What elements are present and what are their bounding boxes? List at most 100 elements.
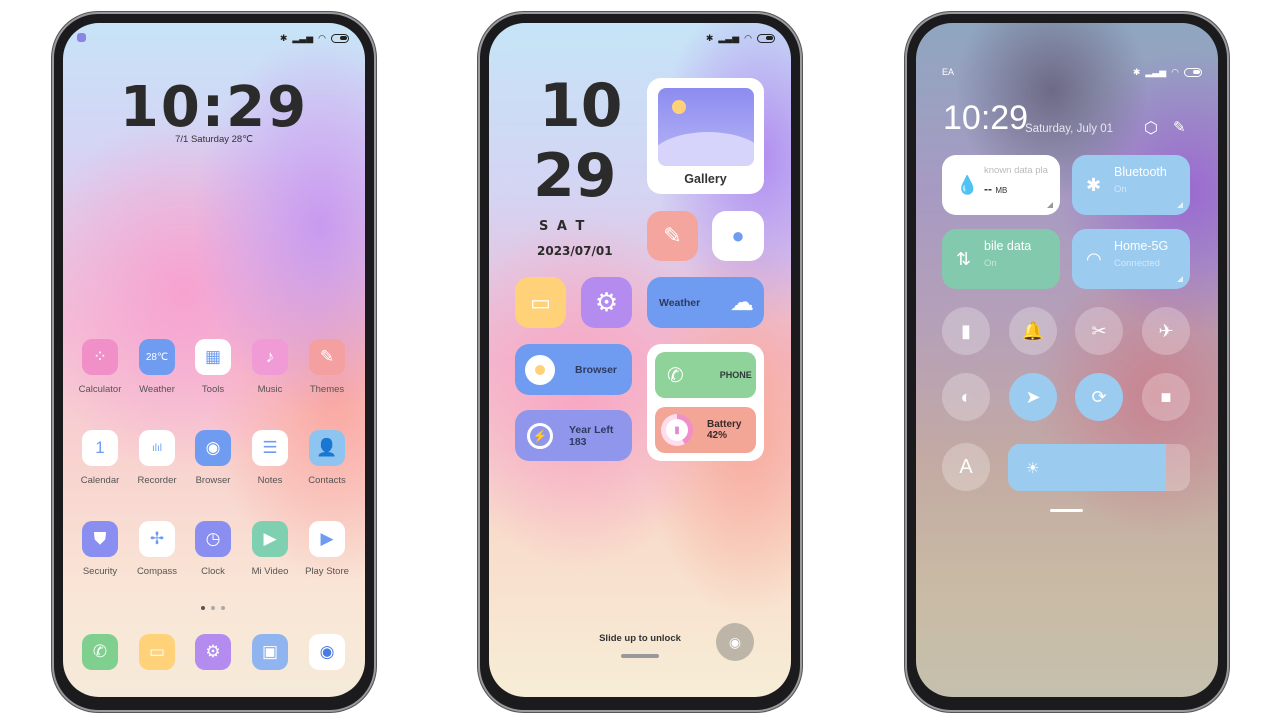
- settings-icon[interactable]: ⬡: [1144, 118, 1158, 138]
- battery-icon: [757, 34, 775, 43]
- gallery-icon: [657, 88, 754, 166]
- themes-icon: ✎: [309, 339, 345, 375]
- dock-camera-icon[interactable]: ◉: [309, 634, 345, 670]
- screenshot-icon: ✂: [1091, 320, 1107, 341]
- phone-label: PHONE: [719, 370, 752, 380]
- video-camera-toggle[interactable]: ■: [1142, 373, 1190, 421]
- dock-messages-icon[interactable]: ▭: [139, 634, 175, 670]
- dock-settings-icon[interactable]: ⚙: [195, 634, 231, 670]
- auto-brightness-button[interactable]: A: [942, 443, 990, 491]
- rotation-lock-toggle[interactable]: ⟳: [1075, 373, 1123, 421]
- compass-icon: ✢: [139, 521, 175, 557]
- app-clock[interactable]: ◷ Clock: [185, 521, 241, 577]
- browser-icon: ◉: [195, 430, 231, 466]
- battery-ring-icon: ▮: [661, 414, 693, 446]
- bluetooth-tile[interactable]: ✱ Bluetooth On: [1072, 155, 1190, 215]
- bluetooth-status: On: [1114, 184, 1127, 195]
- app-mi-video[interactable]: ▶ Mi Video: [242, 521, 298, 577]
- mobile-data-icon: ⇅: [956, 249, 972, 269]
- app-themes[interactable]: ✎ Themes: [299, 339, 355, 395]
- brightness-fill: ☀: [1008, 444, 1167, 491]
- bell-toggle[interactable]: 🔔: [1009, 307, 1057, 355]
- battery-widget: ▮ Battery 42%: [655, 407, 756, 453]
- brightness-slider[interactable]: ☀: [1008, 444, 1190, 491]
- wifi-icon: ◠: [1171, 67, 1179, 77]
- signal-icon: ▂▃▅: [292, 33, 314, 43]
- year-left-widget[interactable]: ⚡ Year Left 183: [515, 410, 632, 461]
- recorder-icon: ılıl: [139, 430, 175, 466]
- bell-icon: 🔔: [1021, 320, 1045, 341]
- app-contacts[interactable]: 👤 Contacts: [299, 430, 355, 486]
- cloud-sun-icon: ☁: [730, 289, 754, 316]
- camera-shortcut-icon[interactable]: ◉: [716, 623, 754, 661]
- signal-icon: ▂▃▅: [718, 33, 740, 43]
- bluetooth-icon: ✱: [279, 33, 288, 43]
- app-label: Play Store: [305, 566, 349, 577]
- app-compass[interactable]: ✢ Compass: [129, 521, 185, 577]
- date: 2023/07/01: [537, 244, 613, 258]
- app-label: Contacts: [308, 475, 346, 486]
- page-dot: [211, 606, 215, 610]
- location-toggle[interactable]: ➤: [1009, 373, 1057, 421]
- home-indicator[interactable]: [1050, 509, 1083, 512]
- contacts-icon[interactable]: ●: [712, 211, 764, 261]
- app-calculator[interactable]: ⁘ Calculator: [72, 339, 128, 395]
- page-indicator[interactable]: [201, 606, 225, 610]
- messages-icon[interactable]: ▭: [515, 277, 566, 328]
- app-music[interactable]: ♪ Music: [242, 339, 298, 395]
- data-plan-value: --: [984, 182, 992, 196]
- clock-widget[interactable]: 10:29: [63, 75, 365, 140]
- app-label: Mi Video: [251, 566, 289, 577]
- notification-icon: [77, 33, 86, 42]
- app-label: Weather: [139, 384, 175, 395]
- battery-icon: [1184, 68, 1202, 77]
- video-icon: ▶: [252, 521, 288, 557]
- app-security[interactable]: ⛊ Security: [72, 521, 128, 577]
- home-indicator[interactable]: [621, 654, 659, 658]
- app-label: Tools: [201, 384, 225, 395]
- app-label: Recorder: [137, 475, 177, 486]
- dock-phone-icon[interactable]: ✆: [82, 634, 118, 670]
- weather-icon: 28℃: [139, 339, 175, 375]
- app-label: Clock: [201, 566, 225, 577]
- app-calendar[interactable]: 1 Calendar: [72, 430, 128, 486]
- app-browser[interactable]: ◉ Browser: [185, 430, 241, 486]
- browser-widget[interactable]: Browser: [515, 344, 632, 395]
- rotation-lock-icon: ⟳: [1091, 386, 1107, 407]
- alarm-icon: ⚡: [527, 422, 553, 449]
- app-recorder[interactable]: ılıl Recorder: [129, 430, 185, 486]
- dark-mode-toggle[interactable]: ◐: [942, 373, 990, 421]
- app-notes[interactable]: ☰ Notes: [242, 430, 298, 486]
- bluetooth-icon: ✱: [1132, 67, 1141, 77]
- app-label: Themes: [309, 384, 345, 395]
- app-weather[interactable]: 28℃ Weather: [129, 339, 185, 395]
- edit-icon[interactable]: ✎: [1173, 118, 1186, 136]
- app-tools[interactable]: ▦ Tools: [185, 339, 241, 395]
- home-screen: ✱ ▂▃▅ ◠ 10:29 7/1 Saturday 28℃ ⁘ Calculato…: [63, 23, 365, 697]
- gallery-widget[interactable]: Gallery: [647, 78, 764, 194]
- clock-icon: ◷: [195, 521, 231, 557]
- app-label: Notes: [257, 475, 283, 486]
- weather-widget[interactable]: Weather ☁: [647, 277, 764, 328]
- gallery-label: Gallery: [684, 172, 727, 186]
- data-plan-tile[interactable]: 💧 known data pla -- MB: [942, 155, 1060, 215]
- settings-icon[interactable]: ⚙: [581, 277, 632, 328]
- phone-shortcut[interactable]: ✆ PHONE: [655, 352, 756, 398]
- tools-icon: ▦: [195, 339, 231, 375]
- dock-gallery-icon[interactable]: ▣: [252, 634, 288, 670]
- mobile-data-tile[interactable]: ⇅ bile data On: [942, 229, 1060, 289]
- status-bar: ✱ ▂▃▅ ◠: [1133, 67, 1202, 78]
- airplane-toggle[interactable]: ✈: [1142, 307, 1190, 355]
- screenshot-toggle[interactable]: ✂: [1075, 307, 1123, 355]
- sun-icon: ☀: [1026, 459, 1040, 477]
- phone-icon: ✆: [667, 364, 684, 387]
- flashlight-icon: ▮: [961, 320, 971, 341]
- themes-icon[interactable]: ✎: [647, 211, 698, 261]
- notes-icon: ☰: [252, 430, 288, 466]
- app-play-store[interactable]: ▶ Play Store: [299, 521, 355, 577]
- phone-control-center: EA ✱ ▂▃▅ ◠ 10:29 Saturday, July 01 ⬡ ✎ 💧 k…: [905, 12, 1229, 712]
- wifi-tile[interactable]: ◠ Home-5G Connected: [1072, 229, 1190, 289]
- flashlight-toggle[interactable]: ▮: [942, 307, 990, 355]
- battery-icon: [331, 34, 349, 43]
- app-label: Browser: [195, 475, 231, 486]
